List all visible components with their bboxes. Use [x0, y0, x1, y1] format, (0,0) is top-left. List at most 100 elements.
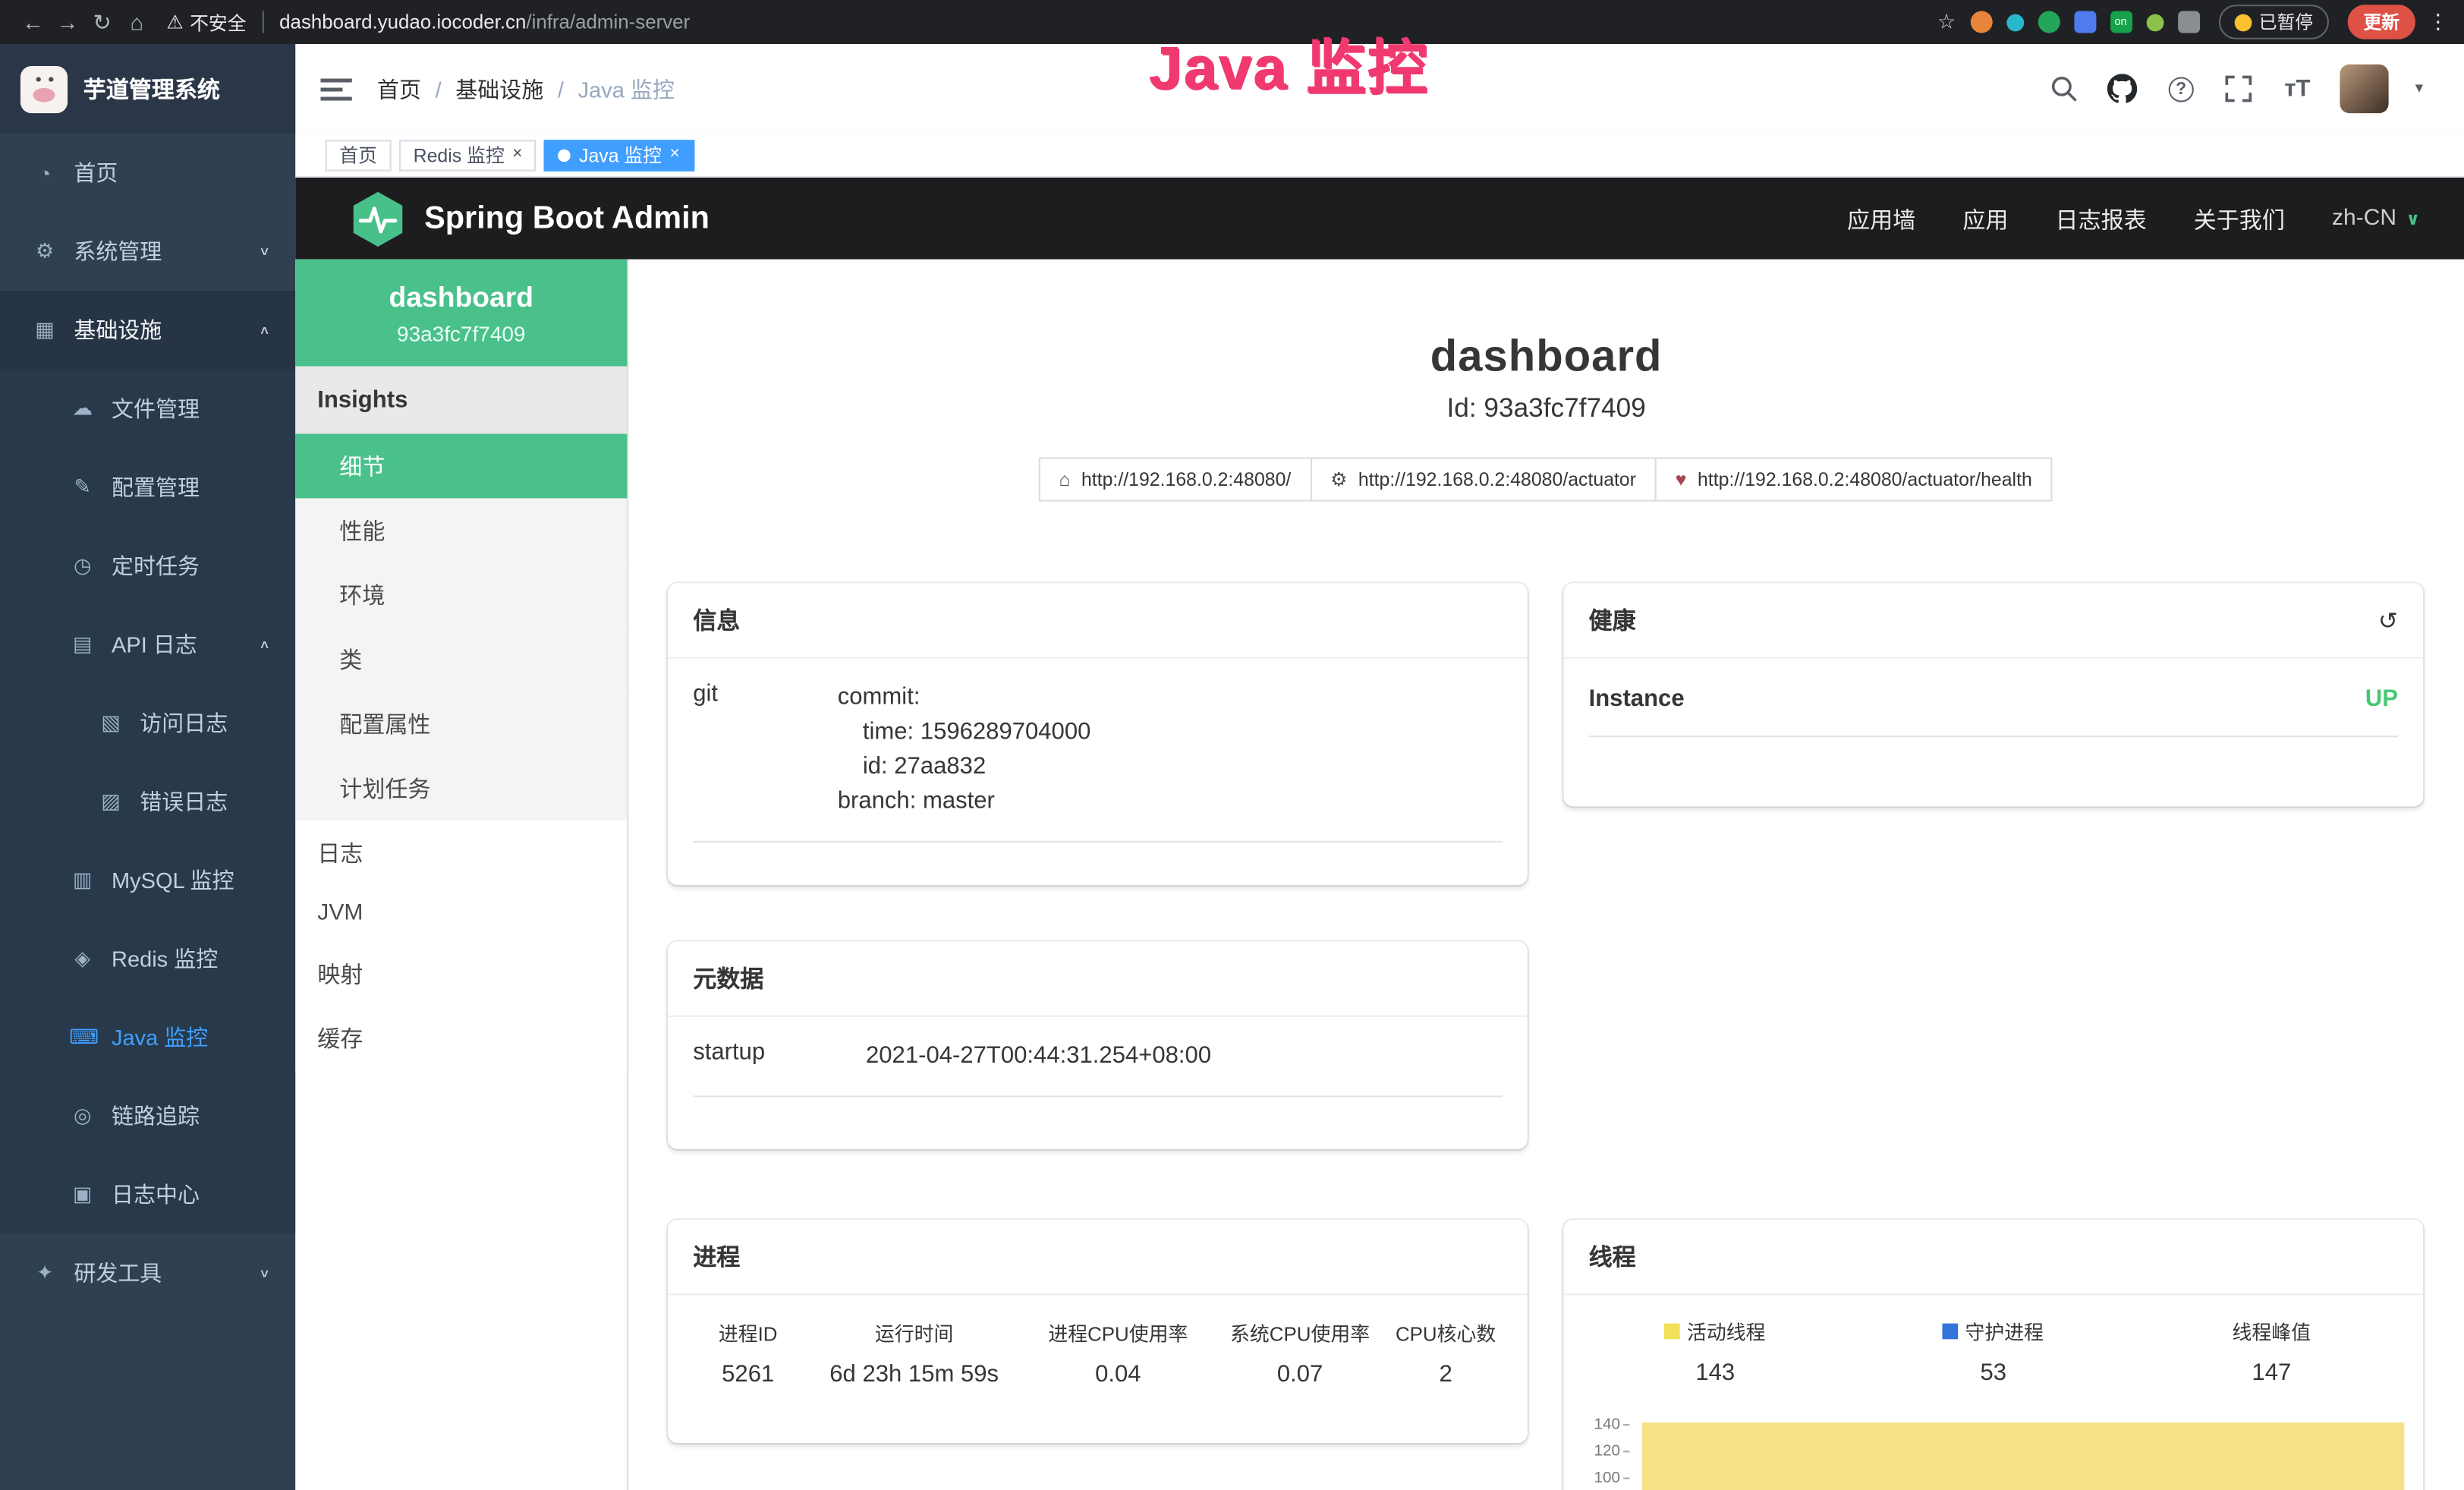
refresh-icon[interactable]: ↻ — [85, 8, 120, 35]
browser-menu-icon[interactable]: ⋮ — [2428, 9, 2448, 34]
sba-item-metrics[interactable]: 性能 — [295, 498, 627, 562]
github-icon[interactable] — [2107, 73, 2138, 104]
user-menu-caret-icon[interactable]: ▾ — [2415, 80, 2423, 98]
sidebar-item-label: Redis 监控 — [112, 943, 218, 974]
y-axis-tick: 140 — [1585, 1418, 1629, 1434]
sba-brand-title[interactable]: Spring Boot Admin — [424, 200, 710, 237]
main-column: 首页 / 基础设施 / Java 监控 ? тT ▾ — [295, 44, 2464, 1490]
sidebar-item-config-management[interactable]: ✎ 配置管理 — [0, 448, 295, 527]
security-label[interactable]: 不安全 — [190, 8, 247, 35]
sidebar-item-label: 基础设施 — [74, 314, 162, 345]
sba-nav-applications[interactable]: 应用 — [1962, 202, 2008, 235]
extension-icon-on-badge[interactable]: on — [2110, 11, 2132, 33]
instance-title: dashboard — [628, 332, 2464, 382]
sba-item-config-props[interactable]: 配置属性 — [295, 691, 627, 756]
close-icon[interactable]: × — [669, 146, 679, 164]
extension-icon-orange[interactable] — [1970, 11, 1992, 33]
info-card-header: 信息 — [668, 583, 1528, 658]
sidebar-item-label: 访问日志 — [140, 707, 228, 739]
app-menu: ◔ 首页 ⚙ 系统管理 ∨ ▦ 基础设施 ∧ ☁ 文件管理 ✎ 配置管 — [0, 134, 295, 1312]
sidebar-item-infrastructure[interactable]: ▦ 基础设施 ∧ — [0, 291, 295, 370]
sidebar-item-link-tracing[interactable]: ◎ 链路追踪 — [0, 1076, 295, 1155]
fullscreen-icon[interactable] — [2223, 73, 2255, 104]
back-icon[interactable]: ← — [16, 9, 51, 34]
sidebar-item-java-monitor[interactable]: ⌨ Java 监控 — [0, 998, 295, 1077]
sba-item-jvm[interactable]: JVM — [295, 885, 627, 942]
paused-pill[interactable]: 已暂停 — [2218, 5, 2329, 39]
app-logo-row: 芋道管理系统 — [0, 44, 295, 134]
breadcrumb-section[interactable]: 基础设施 — [455, 73, 543, 104]
browser-chrome: ← → ↻ ⌂ ⚠ 不安全 dashboard.yudao.iocoder.cn… — [0, 0, 2464, 44]
app-logo-pig-avatar — [20, 65, 68, 112]
service-url-link[interactable]: ⌂ http://192.168.0.2:48080/ — [1039, 458, 1312, 502]
sidebar-item-label: MySQL 监控 — [112, 865, 234, 896]
info-value: commit: time: 1596289704000 id: 27aa832 … — [838, 681, 1091, 819]
legend-label: 守护进程 — [1965, 1315, 2044, 1345]
forward-icon[interactable]: → — [50, 9, 85, 34]
info-card: 信息 git commit: time: 1596289704000 id: 2… — [668, 583, 1528, 885]
hamburger-icon[interactable] — [320, 76, 351, 101]
address-url-path[interactable]: /infra/admin-server — [526, 11, 690, 33]
font-size-icon[interactable]: тT — [2282, 73, 2313, 104]
user-avatar[interactable] — [2340, 65, 2388, 113]
sidebar-item-log-center[interactable]: ▣ 日志中心 — [0, 1155, 295, 1234]
spring-boot-admin-logo — [352, 190, 404, 248]
extension-icon-blue-grid[interactable] — [2073, 11, 2095, 33]
sba-nav-wallboard[interactable]: 应用墙 — [1847, 202, 1915, 235]
sba-group-insights[interactable]: Insights — [295, 366, 627, 433]
sba-instance-header[interactable]: dashboard 93a3fc7f7409 — [295, 260, 627, 367]
search-icon[interactable] — [2049, 73, 2080, 104]
history-icon[interactable]: ↺ — [2378, 606, 2398, 634]
sba-nav-about[interactable]: 关于我们 — [2194, 202, 2285, 235]
help-icon[interactable]: ? — [2165, 73, 2196, 104]
health-url-link[interactable]: ♥ http://192.168.0.2:48080/actuator/heal… — [1655, 458, 2053, 502]
sba-locale-select[interactable]: zh-CN ∨ — [2332, 206, 2420, 231]
sidebar-item-devtools[interactable]: ✦ 研发工具 ∨ — [0, 1234, 295, 1313]
sba-item-caches[interactable]: 缓存 — [295, 1006, 627, 1070]
sidebar-item-access-logs[interactable]: ▧ 访问日志 — [0, 684, 295, 763]
extension-icon-leaf[interactable] — [2146, 14, 2163, 31]
extension-icon-teal[interactable] — [2006, 14, 2023, 31]
sba-item-details[interactable]: 细节 — [295, 434, 627, 499]
home-icon: ⌂ — [1059, 468, 1070, 490]
sidebar-item-mysql-monitor[interactable]: ▥ MySQL 监控 — [0, 841, 295, 920]
browser-home-icon[interactable]: ⌂ — [119, 9, 154, 34]
health-instance-label: Instance — [1589, 685, 1685, 712]
tab-home[interactable]: 首页 — [326, 139, 392, 170]
extensions-puzzle-icon[interactable] — [2177, 11, 2199, 33]
sba-item-scheduled-tasks[interactable]: 计划任务 — [295, 756, 627, 821]
sidebar-item-error-logs[interactable]: ▨ 错误日志 — [0, 762, 295, 841]
sba-locale-value: zh-CN — [2332, 206, 2396, 231]
sba-instance-id: 93a3fc7f7409 — [311, 323, 612, 346]
tab-java-monitor[interactable]: Java 监控 × — [544, 139, 694, 170]
screen: ← → ↻ ⌂ ⚠ 不安全 dashboard.yudao.iocoder.cn… — [0, 0, 2464, 1490]
legend-peak-threads: 线程峰值 147 — [2132, 1315, 2411, 1386]
sidebar-item-file-management[interactable]: ☁ 文件管理 — [0, 370, 295, 449]
sba-item-environment[interactable]: 环境 — [295, 562, 627, 627]
update-button[interactable]: 更新 — [2348, 5, 2415, 39]
sidebar-item-api-logs[interactable]: ▤ API 日志 ∧ — [0, 605, 295, 684]
breadcrumb-separator: / — [558, 76, 564, 101]
sidebar-item-redis-monitor[interactable]: ◈ Redis 监控 — [0, 919, 295, 998]
sba-item-beans[interactable]: 类 — [295, 627, 627, 691]
sidebar-item-scheduled-tasks[interactable]: ◷ 定时任务 — [0, 527, 295, 606]
info-git-row: git commit: time: 1596289704000 id: 27aa… — [693, 659, 1502, 843]
sidebar-item-system-management[interactable]: ⚙ 系统管理 ∨ — [0, 213, 295, 291]
sba-item-loggers[interactable]: 日志 — [295, 821, 627, 885]
sba-body: dashboard 93a3fc7f7409 Insights 细节 性能 环境… — [295, 260, 2464, 1490]
sidebar-item-home[interactable]: ◔ 首页 — [0, 134, 295, 213]
breadcrumb: 首页 / 基础设施 / Java 监控 — [377, 73, 675, 104]
tab-redis-monitor[interactable]: Redis 监控 × — [399, 139, 537, 170]
extension-icon-green[interactable] — [2038, 11, 2060, 33]
actuator-url-link[interactable]: ⚙ http://192.168.0.2:48080/actuator — [1310, 458, 1657, 502]
breadcrumb-home[interactable]: 首页 — [377, 73, 421, 104]
git-commit-label: commit: — [838, 681, 1091, 716]
header-actions: ? тT ▾ — [2049, 65, 2423, 113]
close-icon[interactable]: × — [512, 146, 522, 164]
bookmark-star-icon[interactable]: ☆ — [1937, 9, 1956, 34]
health-instance-row[interactable]: Instance UP — [1589, 659, 2398, 738]
sba-nav-journal[interactable]: 日志报表 — [2056, 202, 2147, 235]
sba-item-mappings[interactable]: 映射 — [295, 941, 627, 1006]
live-threads-value: 143 — [1576, 1359, 1855, 1386]
address-url-host[interactable]: dashboard.yudao.iocoder.cn — [279, 11, 526, 33]
